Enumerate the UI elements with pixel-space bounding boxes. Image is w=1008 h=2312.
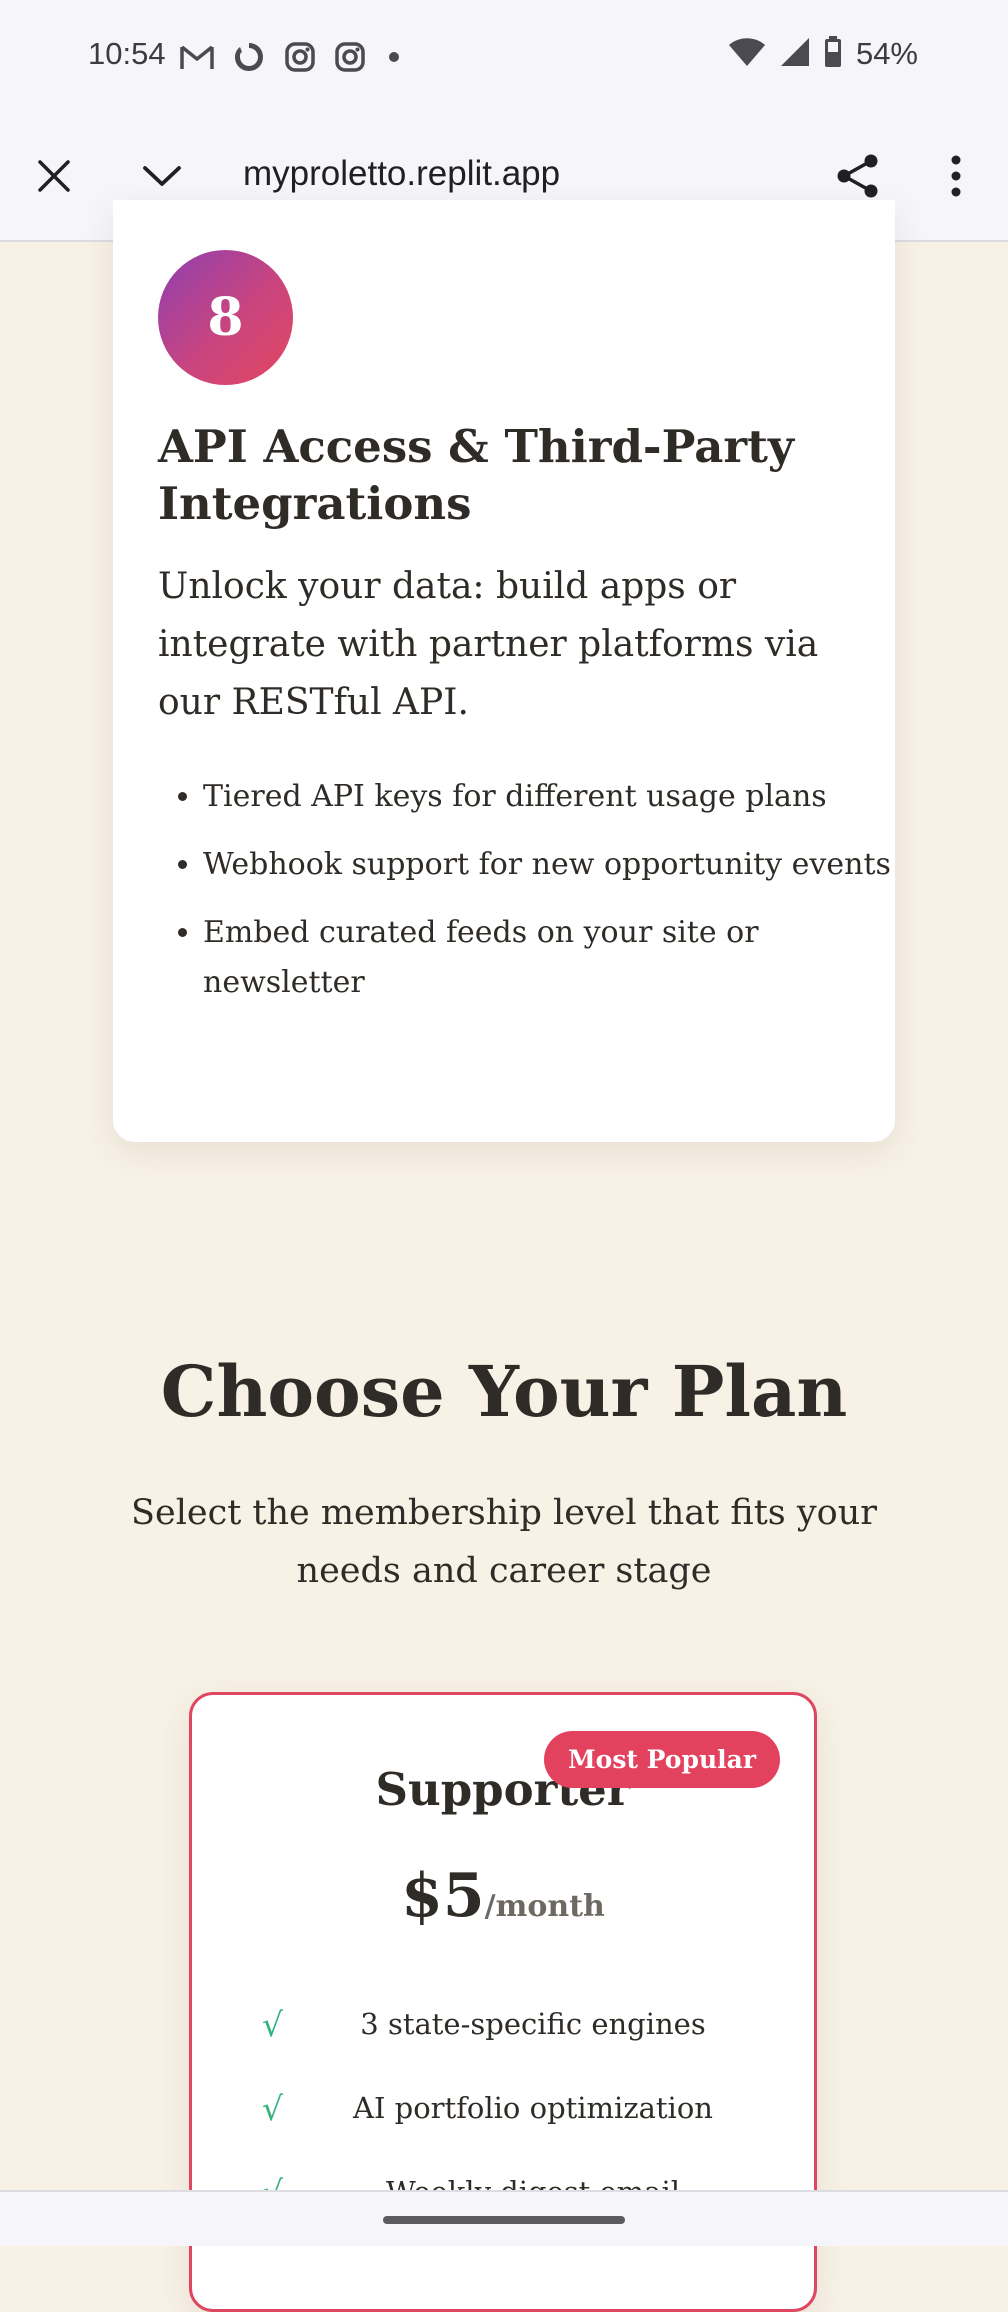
- check-icon: √: [262, 2005, 284, 2044]
- battery-percentage: 54%: [855, 36, 918, 71]
- notification-icons: [180, 40, 404, 78]
- gmail-icon: [180, 43, 214, 75]
- more-menu-button[interactable]: [928, 150, 984, 206]
- plan-price: $5/month: [192, 1861, 814, 1931]
- plans-title: Choose Your Plan: [160, 1350, 848, 1433]
- feature-list: Tiered API keys for different usage plan…: [158, 772, 893, 1026]
- status-time: 10:54: [88, 36, 166, 71]
- gesture-nav-bar: [0, 2190, 1008, 2246]
- feature-number-badge: 8: [158, 250, 293, 385]
- list-item: √ AI portfolio optimization: [192, 2089, 814, 2173]
- claude-icon: [232, 40, 266, 78]
- chevron-down-icon: [142, 164, 182, 192]
- price-period: /month: [484, 1889, 605, 1924]
- status-bar: 10:54 54%: [0, 0, 1008, 116]
- list-item: Tiered API keys for different usage plan…: [203, 772, 893, 822]
- collapse-button[interactable]: [134, 150, 190, 206]
- wifi-icon: [728, 37, 766, 71]
- check-icon: √: [262, 2089, 284, 2128]
- feature-description: Unlock your data: build apps or integrat…: [158, 566, 819, 723]
- home-gesture-handle[interactable]: [383, 2216, 625, 2224]
- list-item: √ 3 state-specific engines: [192, 2005, 814, 2089]
- battery-icon: [824, 36, 842, 72]
- dot-icon: [384, 47, 404, 71]
- system-icons: 54%: [728, 36, 918, 72]
- instagram-icon: [334, 41, 366, 77]
- list-item: Webhook support for new opportunity even…: [203, 840, 893, 890]
- share-button[interactable]: [830, 150, 886, 206]
- feature-title: API Access & Third-Party Integrations: [158, 420, 795, 530]
- most-popular-badge: Most Popular: [543, 1731, 780, 1788]
- plans-subtitle: Select the membership level that fits yo…: [131, 1493, 877, 1591]
- share-icon: [835, 153, 881, 203]
- plan-feature-text: 3 state-specific engines: [360, 2007, 706, 2041]
- price-amount: $5: [401, 1861, 485, 1931]
- close-icon: [37, 159, 71, 197]
- more-vert-icon: [950, 155, 962, 201]
- list-item: Embed curated feeds on your site or news…: [203, 908, 893, 1008]
- plan-feature-text: AI portfolio optimization: [353, 2091, 713, 2125]
- signal-icon: [780, 37, 810, 71]
- close-button[interactable]: [26, 150, 82, 206]
- feature-card: 8 API Access & Third-Party Integrations …: [113, 200, 895, 1142]
- instagram-icon: [284, 41, 316, 77]
- url-text[interactable]: myproletto.replit.app: [243, 154, 560, 194]
